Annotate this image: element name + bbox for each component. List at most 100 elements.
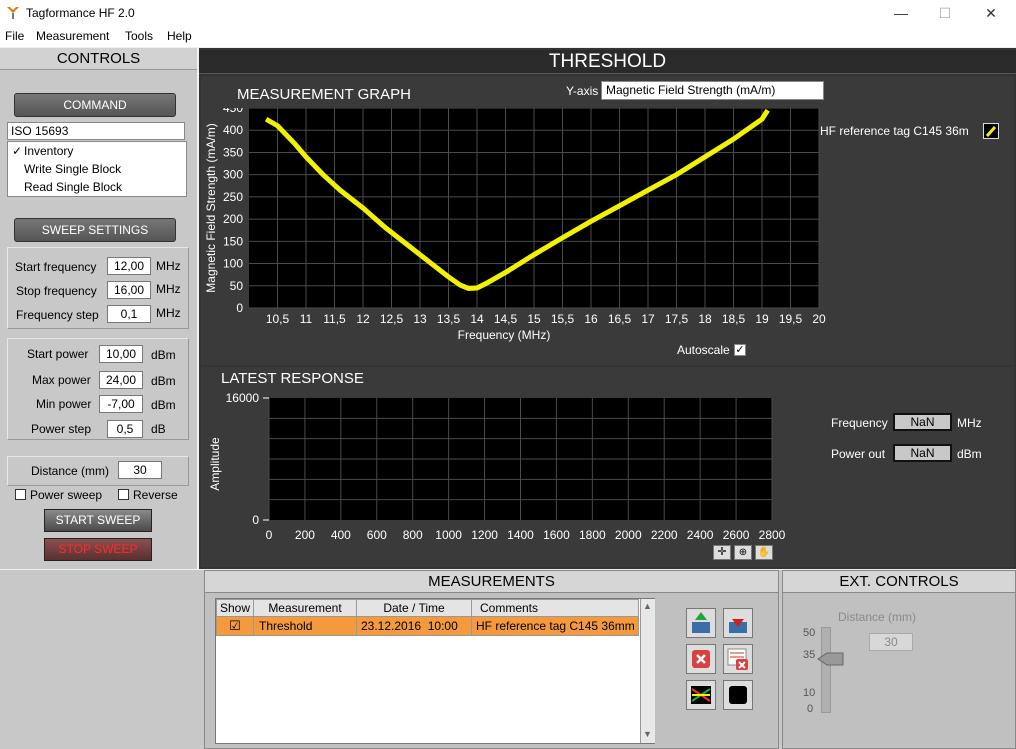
menu-file[interactable]: File: [5, 29, 24, 43]
x-tick-label: 200: [295, 528, 315, 542]
delete-icon[interactable]: [686, 644, 716, 674]
show-graph-icon[interactable]: [686, 680, 716, 710]
stop-sweep-button[interactable]: STOP SWEEP: [44, 538, 152, 561]
command-read-single-block[interactable]: Read Single Block: [24, 180, 122, 194]
start-frequency-label: Start frequency: [15, 260, 97, 274]
x-tick-label: 1000: [435, 528, 462, 542]
reverse-label: Reverse: [133, 488, 178, 502]
y-tick-label: 150: [223, 234, 243, 248]
power-step-label: Power step: [31, 422, 92, 436]
min-power-input[interactable]: -7,00: [99, 395, 143, 413]
x-tick-label: 15: [527, 312, 541, 326]
autoscale-label: Autoscale: [677, 343, 730, 357]
legend-swatch[interactable]: [983, 123, 999, 139]
scroll-down-icon[interactable]: ▼: [643, 729, 652, 739]
start-power-input[interactable]: 10,00: [99, 345, 143, 363]
x-tick-label: 1800: [579, 528, 606, 542]
reverse-checkbox[interactable]: [118, 489, 129, 500]
stop-frequency-input[interactable]: 16,00: [107, 281, 151, 299]
x-tick-label: 2200: [651, 528, 678, 542]
power-group: Start power 10,00 dBm Max power 24,00 dB…: [7, 338, 189, 440]
x-tick-label: 2000: [615, 528, 642, 542]
y-axis-label: Magnetic Field Strength (mA/m): [204, 123, 218, 292]
graph-tool-palette: ✛ ⊕ ✋: [713, 545, 775, 561]
start-sweep-button[interactable]: START SWEEP: [44, 509, 152, 532]
x-tick-label: 18: [698, 312, 712, 326]
col-datetime[interactable]: Date / Time: [356, 599, 472, 617]
x-tick-label: 12,5: [380, 312, 404, 326]
latest-response-title: LATEST RESPONSE: [221, 370, 364, 387]
protocol-select[interactable]: ISO 15693: [7, 122, 185, 140]
controls-header: CONTROLS: [0, 48, 197, 70]
yaxis-select[interactable]: Magnetic Field Strength (mA/m): [601, 81, 824, 100]
measurements-table[interactable]: Show Measurement Date / Time Comments ☑ …: [215, 598, 655, 744]
max-power-input[interactable]: 24,00: [99, 371, 143, 389]
table-row[interactable]: ☑ Threshold 23.12.2016 10:00 HF referenc…: [216, 616, 639, 636]
x-tick-label: 1400: [507, 528, 534, 542]
x-tick-label: 14,5: [494, 312, 518, 326]
x-tick-label: 17: [641, 312, 655, 326]
start-power-unit: dBm: [151, 348, 176, 362]
title-bar: Tagformance HF 2.0 — ☐ ✕: [0, 0, 1016, 27]
stop-frequency-label: Stop frequency: [16, 284, 97, 298]
x-tick-label: 17,5: [665, 312, 689, 326]
menu-measurement[interactable]: Measurement: [36, 29, 109, 43]
menu-tools[interactable]: Tools: [125, 29, 153, 43]
y-tick-label: 450: [223, 108, 243, 115]
page-title: THRESHOLD: [199, 50, 1016, 74]
close-button[interactable]: ✕: [968, 0, 1014, 27]
latest-response-graph[interactable]: 0 200 400 600 800 1000 1200 1400 1600 1800 2000 220…: [199, 388, 799, 558]
app-logo-icon: [7, 7, 19, 19]
power-step-input[interactable]: 0,5: [107, 420, 143, 438]
maximize-button[interactable]: ☐: [922, 0, 968, 27]
distance-slider-thumb[interactable]: [817, 652, 847, 666]
power-sweep-checkbox[interactable]: [15, 489, 26, 500]
min-power-label: Min power: [36, 397, 92, 411]
col-measurement[interactable]: Measurement: [253, 599, 357, 617]
command-inventory[interactable]: ✓ Inventory: [12, 144, 184, 161]
power-out-label: Power out: [831, 447, 886, 461]
frequency-group: Start frequency 12,00 MHz Stop frequency…: [7, 247, 189, 329]
delete-all-icon[interactable]: [723, 644, 753, 674]
export-icon[interactable]: [686, 608, 716, 638]
x-tick-label: 1200: [471, 528, 498, 542]
pan-tool-icon[interactable]: ✋: [755, 545, 773, 560]
graph-title: MEASUREMENT GRAPH: [237, 86, 411, 103]
table-scrollbar[interactable]: ▲ ▼: [640, 599, 655, 743]
frequency-step-unit: MHz: [156, 306, 181, 320]
frequency-step-input[interactable]: 0,1: [107, 305, 151, 323]
row-datetime: 23.12.2016 10:00: [356, 616, 472, 636]
x-tick-label: 11: [300, 312, 313, 326]
start-power-label: Start power: [27, 347, 89, 361]
distance-slider-track[interactable]: [821, 627, 831, 713]
slider-tick-0: 0: [807, 703, 814, 715]
power-step-unit: dB: [151, 422, 166, 436]
y-tick-label: 400: [223, 123, 243, 137]
minimize-button[interactable]: —: [878, 0, 924, 27]
col-show[interactable]: Show: [216, 599, 254, 617]
y-tick-label: 100: [223, 257, 243, 271]
max-power-unit: dBm: [151, 374, 176, 388]
scroll-up-icon[interactable]: ▲: [643, 601, 652, 611]
crosshair-tool-icon[interactable]: ✛: [713, 545, 731, 560]
start-frequency-input[interactable]: 12,00: [107, 257, 151, 275]
menu-help[interactable]: Help: [167, 29, 192, 43]
measurement-graph[interactable]: 0 50 100 150 200 250 300 350 400 450 10,5 11 11,5 12 1…: [199, 108, 859, 368]
x-tick-label: 19: [755, 312, 769, 326]
x-tick-label: 13,5: [437, 312, 461, 326]
row-show-checkbox[interactable]: ☑: [216, 616, 254, 636]
threshold-panel: THRESHOLD MEASUREMENT GRAPH Y-axis Magne…: [199, 48, 1016, 569]
y-tick-label: 16000: [226, 391, 260, 405]
y-tick-label: 200: [223, 212, 243, 226]
zoom-tool-icon[interactable]: ⊕: [734, 545, 752, 560]
autoscale-checkbox[interactable]: ✓: [734, 344, 746, 356]
ext-distance-readout: 30: [869, 633, 913, 651]
y-tick-label: 350: [223, 145, 243, 159]
start-frequency-unit: MHz: [156, 259, 181, 273]
hide-graph-icon[interactable]: [723, 680, 753, 710]
import-icon[interactable]: [723, 608, 753, 638]
col-comments[interactable]: Comments: [471, 599, 639, 617]
command-write-single-block[interactable]: Write Single Block: [24, 162, 121, 176]
slider-tick-10: 10: [803, 687, 816, 699]
distance-input[interactable]: 30: [118, 461, 162, 479]
